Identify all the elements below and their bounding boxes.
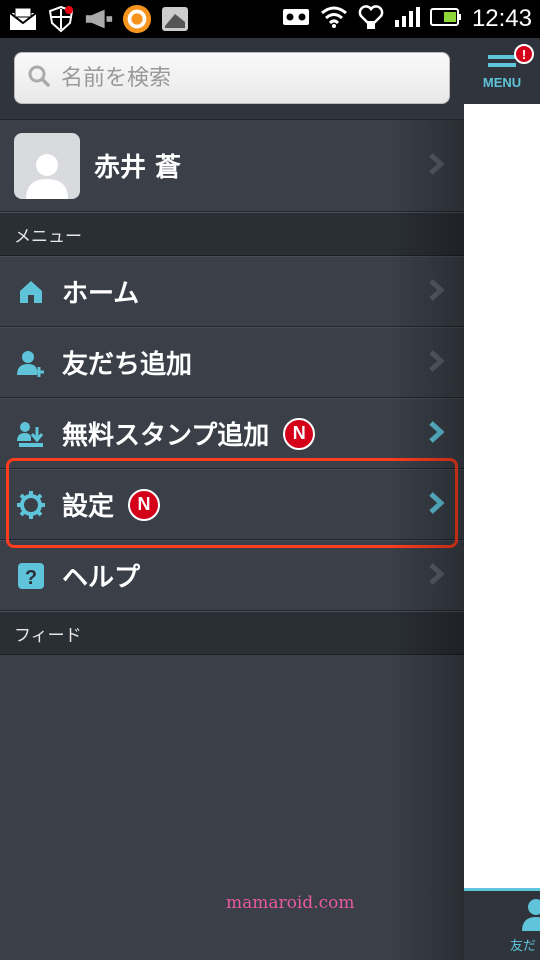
home-icon	[14, 275, 48, 309]
friends-tab-icon[interactable]	[522, 897, 540, 935]
profile-row[interactable]: 赤井 蒼	[0, 120, 464, 212]
megaphone-icon	[84, 5, 114, 33]
bottom-tab-bar: 友だ	[464, 888, 540, 960]
alert-badge: !	[514, 44, 534, 64]
search-icon	[27, 64, 51, 92]
signal-icon	[394, 6, 420, 32]
main-content: MENU ! 友だ	[464, 38, 540, 960]
friends-tab-label[interactable]: 友だ	[510, 935, 536, 954]
chevron-right-icon	[428, 562, 445, 590]
photo-icon	[160, 5, 190, 33]
shield-icon	[46, 5, 76, 33]
voicemail-icon	[282, 8, 310, 30]
chevron-right-icon	[428, 152, 445, 180]
hamburger-icon	[488, 54, 516, 67]
status-bar: 12:43	[0, 0, 540, 38]
chevron-right-icon	[428, 420, 445, 448]
avatar	[14, 132, 80, 199]
search-box[interactable]	[14, 52, 450, 104]
chevron-right-icon	[428, 491, 445, 519]
menu-item-label: 設定	[62, 492, 115, 522]
menu-item-label: ホーム	[62, 279, 140, 309]
app-icon	[122, 4, 152, 34]
navigation-drawer: 赤井 蒼 メニュー ホーム 友だち追加 無料スタンプ追加 N	[0, 38, 464, 960]
menu-button-label: MENU	[482, 74, 522, 90]
menu-item-help[interactable]: ? ヘルプ	[0, 540, 464, 611]
menu-item-label: 無料スタンプ追加	[62, 421, 270, 451]
battery-icon	[429, 8, 462, 30]
menu-button[interactable]: MENU !	[464, 38, 540, 104]
search-bar	[0, 38, 464, 120]
feed-area: mamaroid.com	[0, 655, 464, 959]
menu-item-home[interactable]: ホーム	[0, 256, 464, 327]
menu-item-add-friend[interactable]: 友だち追加	[0, 327, 464, 398]
menu-item-free-stickers[interactable]: 無料スタンプ追加 N	[0, 398, 464, 469]
svg-text:?: ?	[25, 567, 37, 589]
search-input[interactable]	[61, 65, 421, 91]
menu-item-label: ヘルプ	[62, 563, 141, 593]
help-icon: ?	[14, 559, 48, 593]
chevron-right-icon	[428, 349, 445, 377]
profile-name: 赤井 蒼	[94, 153, 182, 183]
wifi-icon	[320, 5, 348, 33]
mail-icon	[8, 5, 38, 33]
new-badge: N	[128, 488, 161, 521]
clock: 12:43	[471, 5, 532, 32]
new-badge: N	[283, 417, 316, 450]
chevron-right-icon	[428, 278, 445, 306]
menu-item-settings[interactable]: 設定 N	[0, 469, 464, 540]
section-header-menu: メニュー	[0, 212, 464, 256]
watermark: mamaroid.com	[226, 893, 355, 913]
add-friend-icon	[14, 346, 48, 380]
section-header-feed: フィード	[0, 611, 464, 655]
sticker-download-icon	[14, 417, 48, 451]
heart-icon	[358, 4, 384, 34]
menu-item-label: 友だち追加	[62, 350, 193, 380]
gear-icon	[14, 488, 48, 522]
